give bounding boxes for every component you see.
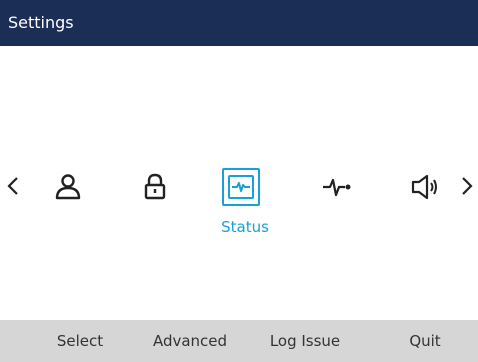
pulse-icon[interactable] bbox=[318, 168, 356, 206]
left-arrow-icon[interactable] bbox=[6, 171, 20, 201]
status-icon[interactable] bbox=[222, 168, 260, 206]
selected-item-label: Status bbox=[221, 218, 269, 236]
user-icon[interactable] bbox=[49, 168, 87, 206]
select-softkey[interactable]: Select bbox=[40, 320, 120, 362]
title-bar: Settings bbox=[0, 0, 478, 46]
quit-softkey[interactable]: Quit bbox=[390, 320, 460, 362]
softkey-bar: Select Advanced Log Issue Quit bbox=[0, 320, 478, 362]
speaker-icon[interactable] bbox=[406, 168, 444, 206]
advanced-softkey[interactable]: Advanced bbox=[140, 320, 240, 362]
log-issue-softkey[interactable]: Log Issue bbox=[255, 320, 355, 362]
right-arrow-icon[interactable] bbox=[460, 171, 474, 201]
lock-icon[interactable] bbox=[136, 168, 174, 206]
screen-title: Settings bbox=[8, 13, 74, 32]
